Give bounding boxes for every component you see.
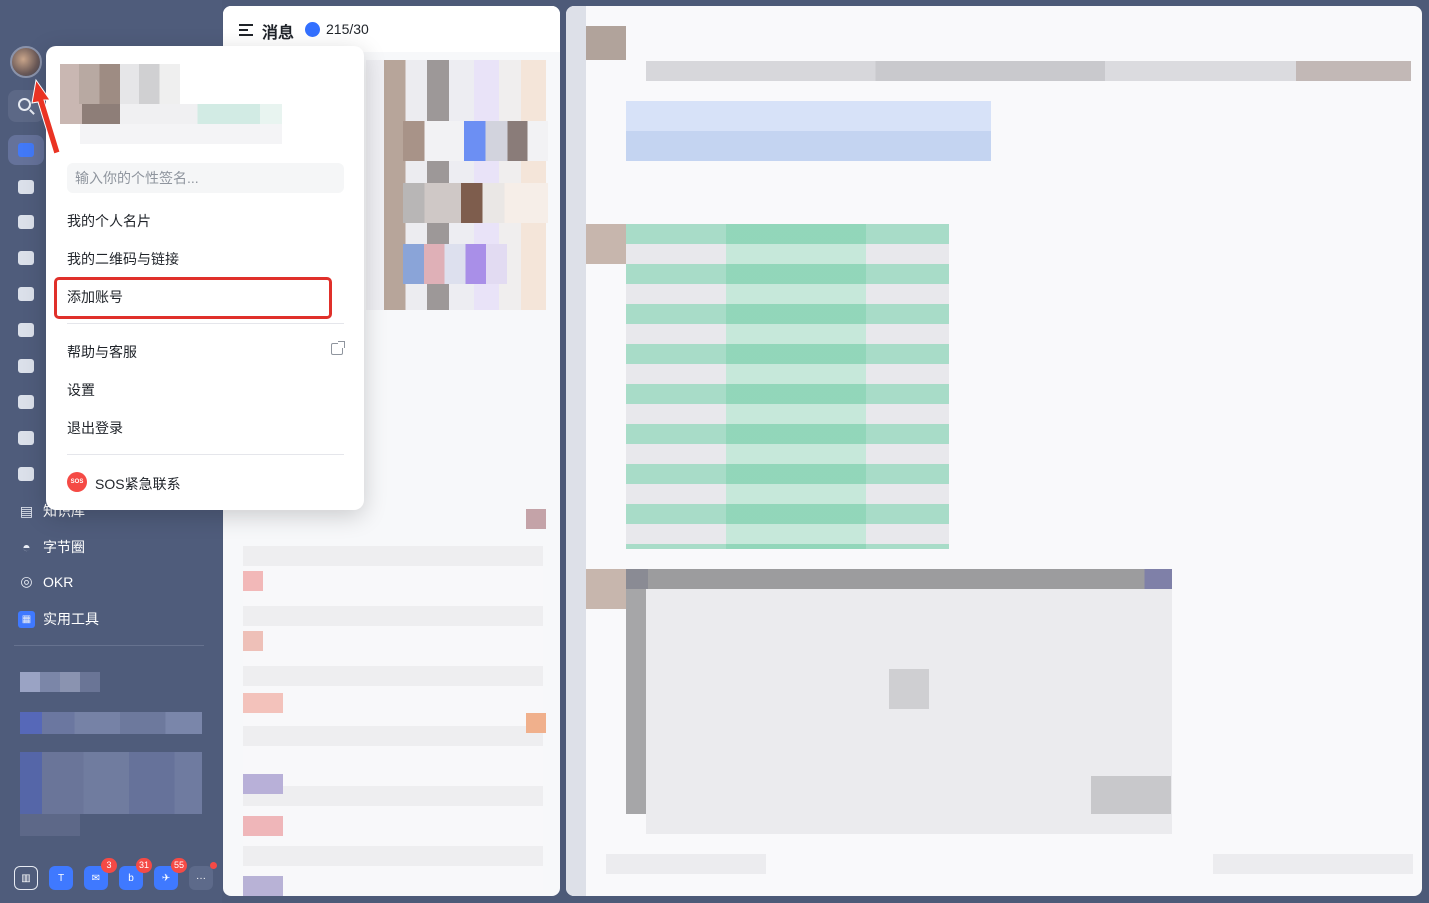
redacted-link-card[interactable] bbox=[626, 101, 991, 161]
sidebar-item-label: 字节圈 bbox=[43, 539, 85, 555]
sidebar-item-label: 实用工具 bbox=[43, 611, 99, 627]
redacted-conversation[interactable] bbox=[403, 121, 548, 161]
redacted-image-side bbox=[626, 589, 646, 814]
tools-icon: ▦ bbox=[18, 610, 35, 628]
circle-feed-icon: ◓ bbox=[22, 539, 31, 555]
calendar-icon[interactable] bbox=[18, 180, 34, 194]
business-card-item[interactable]: 我的个人名片 bbox=[67, 211, 151, 231]
redacted-detail bbox=[1091, 776, 1171, 814]
help-support-item[interactable]: 帮助与客服 bbox=[67, 342, 137, 362]
redacted-avatar bbox=[586, 26, 626, 60]
redacted-input-toolbar[interactable] bbox=[1213, 854, 1413, 874]
workplace-icon[interactable] bbox=[18, 287, 34, 301]
stats-icon[interactable] bbox=[305, 22, 320, 37]
redacted-image-header bbox=[626, 569, 1172, 589]
redacted-avatar bbox=[243, 816, 283, 836]
redacted-conversation-list[interactable] bbox=[243, 546, 543, 891]
redacted-item[interactable] bbox=[20, 672, 100, 692]
dock-app-button[interactable]: ✉ 3 bbox=[84, 858, 117, 890]
contacts-icon[interactable] bbox=[18, 323, 34, 337]
page-title: 消息 bbox=[262, 25, 295, 42]
chat-scroll-gutter bbox=[566, 6, 586, 896]
external-link-icon bbox=[331, 341, 345, 355]
redacted-detail bbox=[889, 669, 929, 709]
redacted-avatar bbox=[243, 693, 283, 713]
redacted-avatar bbox=[243, 571, 263, 591]
dock-app-button[interactable]: b 31 bbox=[119, 858, 152, 890]
signature-input[interactable] bbox=[67, 163, 344, 193]
redacted-conversation[interactable] bbox=[403, 183, 548, 223]
chat-content-panel bbox=[566, 6, 1422, 896]
redacted-avatar bbox=[243, 631, 263, 651]
sidebar-item-okr[interactable]: ◎ OKR bbox=[18, 573, 73, 590]
unread-badge: 31 bbox=[135, 858, 152, 873]
video-icon[interactable] bbox=[18, 359, 34, 373]
annotation-arrow-icon bbox=[31, 78, 61, 155]
redacted-spreadsheet-image bbox=[726, 224, 866, 549]
redacted-input-area[interactable] bbox=[606, 854, 766, 874]
redacted-profile-name bbox=[60, 104, 282, 124]
redacted-item[interactable] bbox=[20, 712, 202, 734]
target-icon: ◎ bbox=[20, 573, 33, 589]
sidebar-divider bbox=[14, 645, 204, 646]
logout-item[interactable]: 退出登录 bbox=[67, 418, 123, 438]
check-icon[interactable] bbox=[18, 431, 34, 445]
dock-chart-button[interactable]: ▥ bbox=[14, 866, 38, 890]
sos-icon: SOS bbox=[67, 472, 87, 492]
app-dock: ▥ T ✉ 3 b 31 ✈ 55 ··· bbox=[14, 858, 217, 890]
dock-app-button[interactable]: ✈ 55 bbox=[154, 858, 187, 890]
docs-icon[interactable] bbox=[18, 215, 34, 229]
message-stat: 215/30 bbox=[326, 21, 369, 37]
sos-contact-item[interactable]: SOS紧急联系 bbox=[95, 474, 181, 494]
redacted-avatar bbox=[586, 569, 626, 609]
redacted-conversation[interactable] bbox=[403, 244, 507, 284]
redacted-avatar bbox=[243, 876, 283, 896]
list-icon[interactable] bbox=[18, 467, 34, 481]
sidebar-item-moments[interactable]: ◓ 字节圈 bbox=[18, 537, 85, 557]
qr-link-item[interactable]: 我的二维码与链接 bbox=[67, 249, 179, 269]
sidebar-item-label: OKR bbox=[43, 573, 74, 590]
collapse-menu-icon[interactable] bbox=[239, 24, 253, 36]
redacted-avatar bbox=[586, 224, 626, 264]
menu-divider bbox=[67, 454, 344, 455]
menu-divider bbox=[67, 323, 344, 324]
add-account-highlight bbox=[54, 277, 332, 319]
dock-app-t-button[interactable]: T bbox=[49, 866, 73, 890]
settings-item[interactable]: 设置 bbox=[67, 380, 95, 400]
book-icon: ▤ bbox=[19, 502, 34, 519]
redacted-tag bbox=[526, 713, 546, 733]
mail-icon[interactable] bbox=[18, 251, 34, 265]
unread-badge: 3 bbox=[101, 858, 117, 873]
sidebar-item-tools[interactable]: ▦ 实用工具 bbox=[18, 609, 99, 629]
redacted-avatar bbox=[243, 774, 283, 794]
redacted-profile-info bbox=[80, 124, 282, 144]
unread-badge: 55 bbox=[170, 858, 187, 873]
redacted-message[interactable] bbox=[646, 61, 1411, 81]
dock-more-button[interactable]: ··· bbox=[189, 862, 217, 890]
notification-dot bbox=[210, 862, 217, 869]
star-icon[interactable] bbox=[18, 395, 34, 409]
redacted-item[interactable] bbox=[20, 814, 80, 836]
redacted-item[interactable] bbox=[20, 752, 202, 814]
profile-menu: 我的个人名片 我的二维码与链接 添加账号 帮助与客服 设置 退出登录 SOS S… bbox=[46, 46, 364, 510]
redacted-tag bbox=[526, 509, 546, 529]
